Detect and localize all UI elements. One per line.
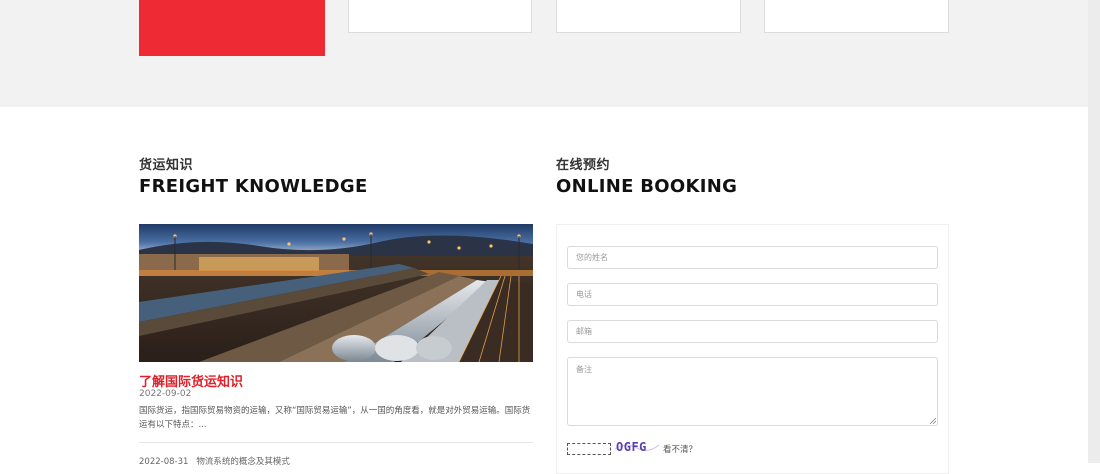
- highlight-card[interactable]: [139, 0, 325, 56]
- service-card[interactable]: [348, 0, 532, 33]
- captcha-code: OGFG: [616, 440, 647, 454]
- scrollbar-track[interactable]: [1088, 0, 1100, 463]
- featured-article-summary: 国际货运，指国际贸易物资的运输，又称“国际贸易运输”，从一国的角度看，就是对外贸…: [139, 406, 531, 430]
- resize-grip-icon[interactable]: [930, 418, 936, 424]
- booking-section-title: ONLINE BOOKING: [556, 176, 738, 197]
- article-list-date: 2022-08-31: [139, 457, 189, 467]
- booking-section-subtitle: 在线预约: [556, 158, 611, 173]
- name-input[interactable]: [567, 246, 938, 269]
- article-list-item[interactable]: 2022-08-31 物流系统的概念及其模式: [139, 455, 290, 467]
- featured-article-date: 2022-09-02: [139, 389, 192, 399]
- remark-textarea[interactable]: [567, 357, 938, 426]
- freight-article-image[interactable]: [139, 224, 533, 362]
- freight-section-title: FREIGHT KNOWLEDGE: [139, 176, 368, 197]
- featured-article-title[interactable]: 了解国际货运知识: [139, 371, 243, 390]
- email-input[interactable]: [567, 320, 938, 343]
- captcha-image[interactable]: OGFG: [614, 439, 660, 454]
- phone-input[interactable]: [567, 283, 938, 306]
- freight-section-subtitle: 货运知识: [139, 158, 194, 173]
- captcha-refresh-link[interactable]: 看不清？: [663, 443, 697, 455]
- divider: [139, 442, 533, 443]
- service-card[interactable]: [556, 0, 741, 33]
- captcha-input[interactable]: [567, 443, 611, 455]
- article-list-title[interactable]: 物流系统的概念及其模式: [196, 457, 290, 467]
- service-card[interactable]: [764, 0, 949, 33]
